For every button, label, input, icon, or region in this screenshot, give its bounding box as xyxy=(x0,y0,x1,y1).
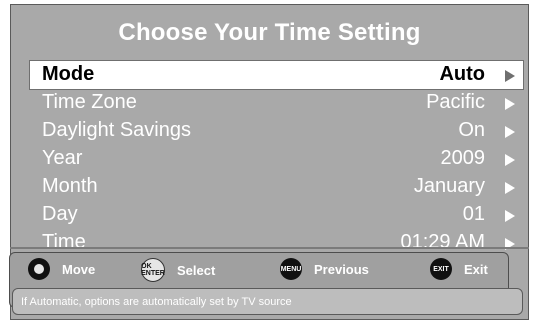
row-value: On xyxy=(458,119,485,141)
row-time-zone[interactable]: Time Zone Pacific xyxy=(30,89,523,117)
hint-select: OK ENTER Select xyxy=(141,258,215,282)
hint-move: Move xyxy=(28,258,95,280)
divider xyxy=(10,247,529,249)
row-year[interactable]: Year 2009 xyxy=(30,145,523,173)
info-text: If Automatic, options are automatically … xyxy=(21,295,292,308)
hint-label: Previous xyxy=(314,261,369,277)
row-label: Time xyxy=(42,231,86,253)
row-value: Pacific xyxy=(426,91,485,113)
row-label: Mode xyxy=(42,63,95,85)
remote-hints: Move OK ENTER Select MENU Previous EXIT … xyxy=(12,258,512,284)
row-value: 2009 xyxy=(440,147,486,169)
dpad-icon xyxy=(28,258,50,280)
menu-icon: MENU xyxy=(280,258,302,280)
row-label: Daylight Savings xyxy=(42,119,191,141)
arrow-right-icon xyxy=(505,70,515,82)
hint-label: Move xyxy=(62,261,96,277)
arrow-right-icon xyxy=(505,126,515,138)
row-value: Auto xyxy=(439,63,485,85)
row-label: Time Zone xyxy=(42,91,137,113)
page-title: Choose Your Time Setting xyxy=(118,19,421,46)
row-label: Year xyxy=(42,147,83,169)
hint-exit: EXIT Exit xyxy=(430,258,488,280)
row-daylight-savings[interactable]: Daylight Savings On xyxy=(30,117,523,145)
row-value: 01:29 AM xyxy=(400,231,485,253)
row-value: 01 xyxy=(462,203,485,225)
arrow-right-icon xyxy=(505,154,515,166)
exit-icon: EXIT xyxy=(430,258,452,280)
arrow-right-icon xyxy=(505,182,515,194)
row-mode[interactable]: Mode Auto xyxy=(29,60,524,90)
info-bar: If Automatic, options are automatically … xyxy=(12,288,523,315)
row-day[interactable]: Day 01 xyxy=(30,201,523,229)
row-month[interactable]: Month January xyxy=(30,173,523,201)
hint-previous: MENU Previous xyxy=(280,258,369,280)
hint-label: Exit xyxy=(464,261,488,277)
ok-enter-icon: OK ENTER xyxy=(141,258,165,282)
hint-label: Select xyxy=(177,262,216,278)
row-value: January xyxy=(413,175,485,197)
arrow-right-icon xyxy=(505,98,515,110)
settings-list: Mode Auto Time Zone Pacific Daylight Sav… xyxy=(29,60,524,257)
arrow-right-icon xyxy=(505,210,515,222)
row-label: Day xyxy=(42,203,78,225)
row-label: Month xyxy=(42,175,98,197)
